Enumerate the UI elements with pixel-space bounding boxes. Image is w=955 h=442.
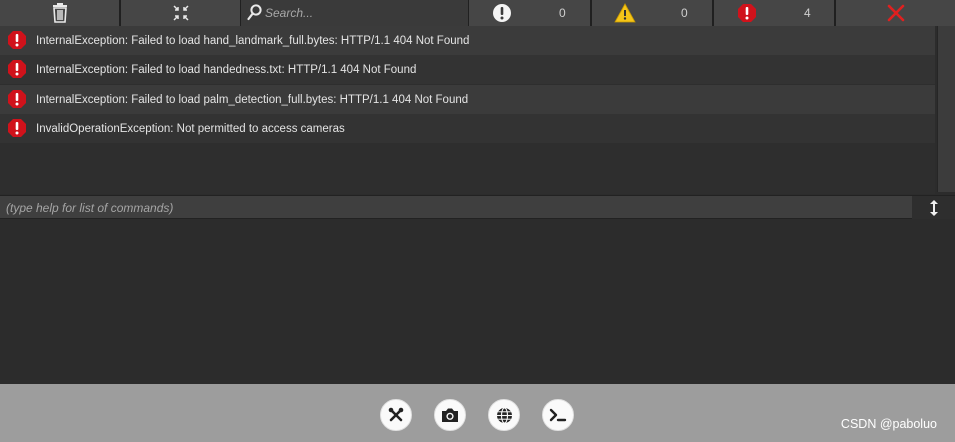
globe-icon <box>496 406 512 424</box>
warning-count: 0 <box>681 6 688 20</box>
close-button[interactable] <box>836 0 955 26</box>
warning-filter-toggle[interactable]: 0 <box>592 0 712 26</box>
log-entry[interactable]: InvalidOperationException: Not permitted… <box>0 114 935 143</box>
collapse-button[interactable] <box>121 0 240 26</box>
log-entry[interactable]: InternalException: Failed to load palm_d… <box>0 85 935 114</box>
console-toolbar: 0 0 4 <box>0 0 955 26</box>
log-entry-text: InvalidOperationException: Not permitted… <box>36 122 345 135</box>
log-scrollbar[interactable] <box>937 26 955 192</box>
search-box[interactable] <box>241 0 468 26</box>
resize-button[interactable] <box>912 196 955 219</box>
log-list: InternalException: Failed to load hand_l… <box>0 26 935 194</box>
info-icon <box>493 4 511 22</box>
log-entry[interactable]: InternalException: Failed to load hand_l… <box>0 26 935 55</box>
warning-icon <box>614 3 636 23</box>
globe-button[interactable] <box>488 399 520 431</box>
terminal-button[interactable] <box>542 399 574 431</box>
error-icon <box>8 31 26 49</box>
trash-icon <box>52 3 67 23</box>
collapse-arrows-icon <box>172 5 189 21</box>
error-filter-toggle[interactable]: 4 <box>714 0 834 26</box>
error-icon <box>738 4 756 22</box>
log-entry[interactable]: InternalException: Failed to load handed… <box>0 55 935 84</box>
camera-icon <box>442 408 458 422</box>
command-input[interactable] <box>0 196 909 219</box>
error-icon <box>8 119 26 137</box>
clear-button[interactable] <box>0 0 119 26</box>
resize-vertical-icon <box>929 199 938 216</box>
tools-button[interactable] <box>380 399 412 431</box>
camera-button[interactable] <box>434 399 466 431</box>
game-viewport <box>0 220 955 384</box>
search-icon <box>247 4 262 21</box>
command-bar <box>0 195 955 219</box>
log-entry-text: InternalException: Failed to load palm_d… <box>36 93 469 106</box>
error-icon <box>8 60 26 78</box>
log-entry-text: InternalException: Failed to load handed… <box>36 63 417 76</box>
watermark-text: CSDN @paboluo <box>840 417 937 431</box>
error-count: 4 <box>804 6 811 20</box>
error-icon <box>8 90 26 108</box>
bottom-bar: CSDN @paboluo <box>0 384 955 442</box>
info-count: 0 <box>559 6 566 20</box>
log-entry-text: InternalException: Failed to load hand_l… <box>36 34 470 47</box>
tools-icon <box>388 407 404 422</box>
search-input[interactable] <box>265 4 465 22</box>
terminal-icon <box>549 408 567 422</box>
close-x-icon <box>887 4 904 22</box>
info-filter-toggle[interactable]: 0 <box>469 0 590 26</box>
